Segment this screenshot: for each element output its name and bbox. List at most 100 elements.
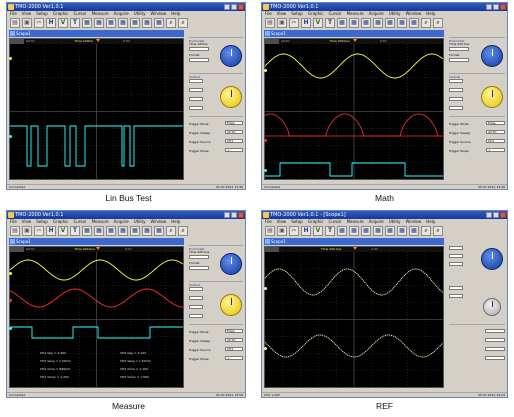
volts-select[interactable] xyxy=(449,254,463,258)
close-button[interactable] xyxy=(500,4,506,10)
scope-display[interactable]: Time 200.0us 0.0V xyxy=(264,246,444,388)
horizontal-mode-select[interactable] xyxy=(189,255,209,259)
tool-icon[interactable]: ▦ xyxy=(94,18,104,28)
open-icon[interactable]: ▤ xyxy=(265,18,275,28)
tool-icon[interactable]: ▦ xyxy=(409,226,419,236)
channel-offset-marker[interactable] xyxy=(9,299,12,302)
trigger-slope-select[interactable]: + xyxy=(225,148,243,152)
tool-icon[interactable]: ▦ xyxy=(118,18,128,28)
trigger-source-select[interactable]: CH1 xyxy=(225,347,243,351)
trigger-position-marker[interactable] xyxy=(96,39,100,42)
channel-offset-marker[interactable] xyxy=(264,169,267,172)
vertical-button[interactable]: V xyxy=(58,18,68,28)
trigger-source-select[interactable] xyxy=(485,347,505,351)
trigger-mode-select[interactable]: Edge xyxy=(225,329,243,333)
tool-icon[interactable]: ▦ xyxy=(142,18,152,28)
trigger-slope-select[interactable] xyxy=(485,356,505,360)
format-select[interactable] xyxy=(189,58,209,62)
open-icon[interactable]: ▤ xyxy=(265,226,275,236)
zoom-out-icon[interactable]: ⌕ xyxy=(178,226,188,236)
channel-select[interactable] xyxy=(189,79,203,83)
coupling-select[interactable] xyxy=(189,97,203,101)
horizontal-button[interactable]: H xyxy=(46,226,56,236)
close-button[interactable] xyxy=(500,212,506,218)
save-icon[interactable]: ▣ xyxy=(277,226,287,236)
tool-icon[interactable]: ▦ xyxy=(397,18,407,28)
tool-icon[interactable]: ▦ xyxy=(361,226,371,236)
coupling-select[interactable] xyxy=(449,97,463,101)
tool-icon[interactable]: ▦ xyxy=(130,18,140,28)
open-icon[interactable]: ▤ xyxy=(10,18,20,28)
tool-icon[interactable]: ▦ xyxy=(118,226,128,236)
trigger-position-marker[interactable] xyxy=(353,247,357,250)
horizontal-button[interactable]: H xyxy=(301,18,311,28)
horizontal-mode-select[interactable] xyxy=(449,47,469,51)
probe-select[interactable] xyxy=(449,294,463,298)
tool-icon[interactable]: ▦ xyxy=(130,226,140,236)
timebase-knob[interactable] xyxy=(481,45,503,67)
channel-select[interactable] xyxy=(449,246,463,250)
vertical-button[interactable]: V xyxy=(58,226,68,236)
close-button[interactable] xyxy=(238,212,244,218)
channel-offset-marker[interactable] xyxy=(264,287,267,290)
scope-display[interactable]: AUTO Time 100ms 0.0V xyxy=(9,38,184,180)
scope-display[interactable]: AUTO Time 200.0us 0.0V CH1 Vpp = 2.40V CH2… xyxy=(9,246,184,388)
tool-icon[interactable]: ▦ xyxy=(94,226,104,236)
trigger-button[interactable]: T xyxy=(325,226,335,236)
probe-select[interactable] xyxy=(189,314,203,318)
probe-select[interactable] xyxy=(449,106,463,110)
tool-icon[interactable]: ▦ xyxy=(349,226,359,236)
channel-offset-marker[interactable] xyxy=(9,135,12,138)
volts-select[interactable] xyxy=(189,296,203,300)
trigger-mode-select[interactable]: Edge xyxy=(225,121,243,125)
horizontal-button[interactable]: H xyxy=(301,226,311,236)
tool-icon[interactable]: ▦ xyxy=(397,226,407,236)
trigger-mode-select[interactable]: Edge xyxy=(486,121,505,125)
scope-display[interactable]: AUTO Time 200.0us 0.0V xyxy=(264,38,444,180)
tool-icon[interactable]: ▦ xyxy=(82,226,92,236)
tool-icon[interactable]: ▦ xyxy=(142,226,152,236)
tool-icon[interactable]: ▦ xyxy=(361,18,371,28)
volts-select[interactable] xyxy=(189,88,203,92)
open-icon[interactable]: ▤ xyxy=(10,226,20,236)
zoom-out-icon[interactable]: ⌕ xyxy=(178,18,188,28)
tool-icon[interactable]: ▦ xyxy=(337,18,347,28)
channel-select[interactable] xyxy=(189,287,203,291)
maximize-button[interactable] xyxy=(493,4,499,10)
volts-per-div-knob[interactable] xyxy=(220,294,242,316)
vertical-button[interactable]: V xyxy=(313,226,323,236)
volts-select[interactable] xyxy=(449,88,463,92)
trigger-position-marker[interactable] xyxy=(96,247,100,250)
trigger-sweep-select[interactable]: AUTO xyxy=(486,130,505,134)
probe-select[interactable] xyxy=(189,106,203,110)
save-icon[interactable]: ▣ xyxy=(277,18,287,28)
channel-select[interactable] xyxy=(449,79,463,83)
tool-icon[interactable]: ▦ xyxy=(385,226,395,236)
close-button[interactable] xyxy=(238,4,244,10)
trigger-button[interactable]: T xyxy=(70,226,80,236)
trigger-position-marker[interactable] xyxy=(353,39,357,42)
channel-offset-marker[interactable] xyxy=(264,347,267,350)
zoom-in-icon[interactable]: ⌕ xyxy=(421,226,431,236)
save-icon[interactable]: ▣ xyxy=(22,18,32,28)
trigger-source-select[interactable]: CH1 xyxy=(225,139,243,143)
channel-offset-marker[interactable] xyxy=(9,272,12,275)
zoom-in-icon[interactable]: ⌕ xyxy=(166,226,176,236)
volts-per-div-knob[interactable] xyxy=(483,298,501,316)
timebase-knob[interactable] xyxy=(220,45,242,67)
channel-offset-marker[interactable] xyxy=(264,69,267,72)
tool-icon[interactable]: ▦ xyxy=(409,18,419,28)
tool-icon[interactable]: ▦ xyxy=(349,18,359,28)
cut-icon[interactable]: ✂ xyxy=(289,226,299,236)
maximize-button[interactable] xyxy=(493,212,499,218)
timebase-knob[interactable] xyxy=(481,248,503,270)
zoom-out-icon[interactable]: ⌕ xyxy=(433,18,443,28)
trigger-sweep-select[interactable]: AUTO xyxy=(225,338,243,342)
channel-offset-marker[interactable] xyxy=(264,139,267,142)
coupling-select[interactable] xyxy=(189,305,203,309)
tool-icon[interactable]: ▦ xyxy=(82,18,92,28)
horizontal-button[interactable]: H xyxy=(46,18,56,28)
trigger-sweep-select[interactable]: AUTO xyxy=(225,130,243,134)
channel-offset-marker[interactable] xyxy=(9,57,12,60)
zoom-in-icon[interactable]: ⌕ xyxy=(421,18,431,28)
